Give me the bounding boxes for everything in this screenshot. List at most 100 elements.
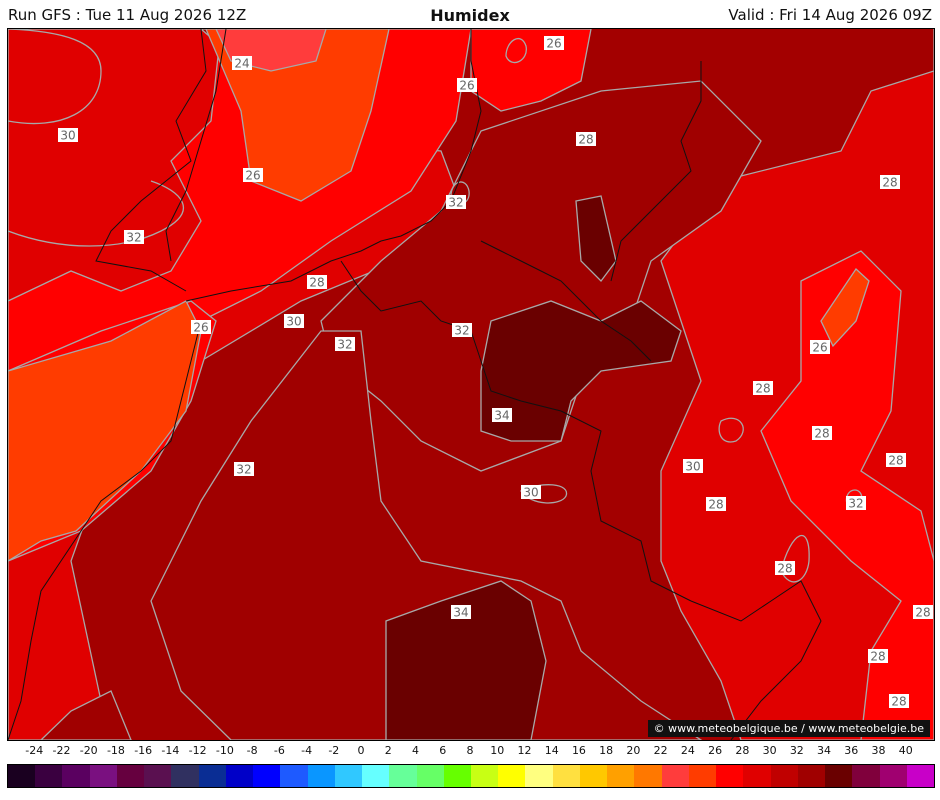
legend-swatch: [879, 765, 907, 787]
contour-label: 28: [777, 562, 792, 576]
legend-swatch: [253, 765, 281, 787]
contour-label: 26: [193, 321, 208, 335]
contour-label: 26: [546, 37, 561, 51]
legend-swatch: [743, 765, 771, 787]
legend-swatch: [579, 765, 608, 787]
contour-label: 26: [459, 79, 474, 93]
contour-label: 30: [685, 460, 700, 474]
legend-swatch: [416, 765, 444, 787]
contour-label: 28: [888, 454, 903, 468]
legend-tick: 36: [844, 744, 859, 757]
legend-tick: -12: [188, 744, 207, 757]
contour-label: 30: [523, 486, 538, 500]
legend-tick: 18: [599, 744, 614, 757]
contour-label: 32: [448, 196, 463, 210]
legend-swatch: [307, 765, 335, 787]
legend-swatch: [334, 765, 363, 787]
legend-swatch: [198, 765, 226, 787]
legend-tick: -16: [134, 744, 153, 757]
contour-label: 28: [891, 695, 906, 709]
legend-swatch: [552, 765, 580, 787]
legend-tick: 6: [439, 744, 447, 757]
contour-label: 28: [755, 382, 770, 396]
contour-label: 30: [60, 129, 75, 143]
legend-ticks: -24 -22 -20 -18 -16 -14 -12 -10 -8 -6 -4 -2 0 2 4 6 8 10 1…: [7, 744, 933, 760]
legend-swatch: [116, 765, 145, 787]
contour-label: 28: [915, 606, 930, 620]
legend-swatch: [661, 765, 689, 787]
legend-tick: 32: [789, 744, 804, 757]
legend-tick: 20: [626, 744, 641, 757]
legend-tick: 30: [762, 744, 777, 757]
legend-tick: -2: [328, 744, 340, 757]
contour-label: 24: [234, 57, 249, 71]
legend-swatch: [144, 765, 172, 787]
legend-swatch: [906, 765, 934, 787]
contour-label: 28: [882, 176, 897, 190]
legend-tick: 4: [412, 744, 420, 757]
humidex-map: 24 26 26 30 26 28 32 32 28 30 26 32 32 34 32 26 28 28 30 28…: [7, 28, 935, 741]
legend-tick: 26: [708, 744, 723, 757]
legend-swatch: [607, 765, 635, 787]
legend-tick: 10: [490, 744, 505, 757]
legend-swatch: [770, 765, 798, 787]
legend-swatch: [35, 765, 63, 787]
contour-label: 32: [236, 463, 251, 477]
legend-tick: 24: [680, 744, 695, 757]
legend-swatch: [470, 765, 499, 787]
valid-time: Valid : Fri 14 Aug 2026 09Z: [728, 6, 932, 24]
legend-tick: 12: [517, 744, 532, 757]
contour-label: 28: [309, 276, 324, 290]
contour-label: 32: [454, 324, 469, 338]
contour-label: 32: [848, 497, 863, 511]
legend-swatch: [225, 765, 254, 787]
legend-swatch: [688, 765, 717, 787]
contour-label: 28: [870, 650, 885, 664]
contour-label: 30: [286, 315, 301, 329]
legend-swatch: [498, 765, 526, 787]
legend-tick: -14: [161, 744, 180, 757]
contour-label: 32: [337, 338, 352, 352]
legend-swatch: [389, 765, 417, 787]
legend-tick: 0: [357, 744, 365, 757]
contour-label: 34: [453, 606, 468, 620]
legend-tick: -4: [301, 744, 313, 757]
legend-swatch: [443, 765, 471, 787]
legend-swatch: [797, 765, 826, 787]
contour-label: 32: [126, 231, 141, 245]
legend-tick: 34: [817, 744, 832, 757]
legend-swatch: [825, 765, 853, 787]
legend-swatch: [280, 765, 308, 787]
legend-swatch: [171, 765, 199, 787]
legend-tick: -18: [106, 744, 125, 757]
legend-tick: -24: [25, 744, 44, 757]
contour-label: 28: [708, 498, 723, 512]
legend-tick: 38: [871, 744, 886, 757]
contour-label: 26: [245, 169, 260, 183]
legend-swatch: [362, 765, 390, 787]
legend-tick: -22: [52, 744, 71, 757]
legend-tick: 8: [466, 744, 474, 757]
legend-swatch: [852, 765, 880, 787]
credit-text: © www.meteobelgique.be / www.meteobelgie…: [647, 720, 930, 737]
legend-tick: 2: [384, 744, 392, 757]
legend-swatch: [716, 765, 744, 787]
legend-tick: 14: [544, 744, 559, 757]
legend-swatch: [634, 765, 662, 787]
legend-tick: 28: [735, 744, 750, 757]
legend-tick: -20: [79, 744, 98, 757]
legend-tick: 40: [898, 744, 913, 757]
legend-tick: 22: [653, 744, 668, 757]
legend-tick: -10: [215, 744, 234, 757]
legend-swatch: [89, 765, 117, 787]
legend-swatch: [62, 765, 90, 787]
legend-tick: 16: [571, 744, 586, 757]
legend-swatch: [525, 765, 553, 787]
contour-label: 28: [578, 133, 593, 147]
contour-label: 28: [814, 427, 829, 441]
contour-label: 26: [812, 341, 827, 355]
legend-swatch: [8, 765, 36, 787]
color-legend: [7, 764, 935, 788]
legend-tick: -8: [246, 744, 258, 757]
contour-label: 34: [494, 409, 509, 423]
